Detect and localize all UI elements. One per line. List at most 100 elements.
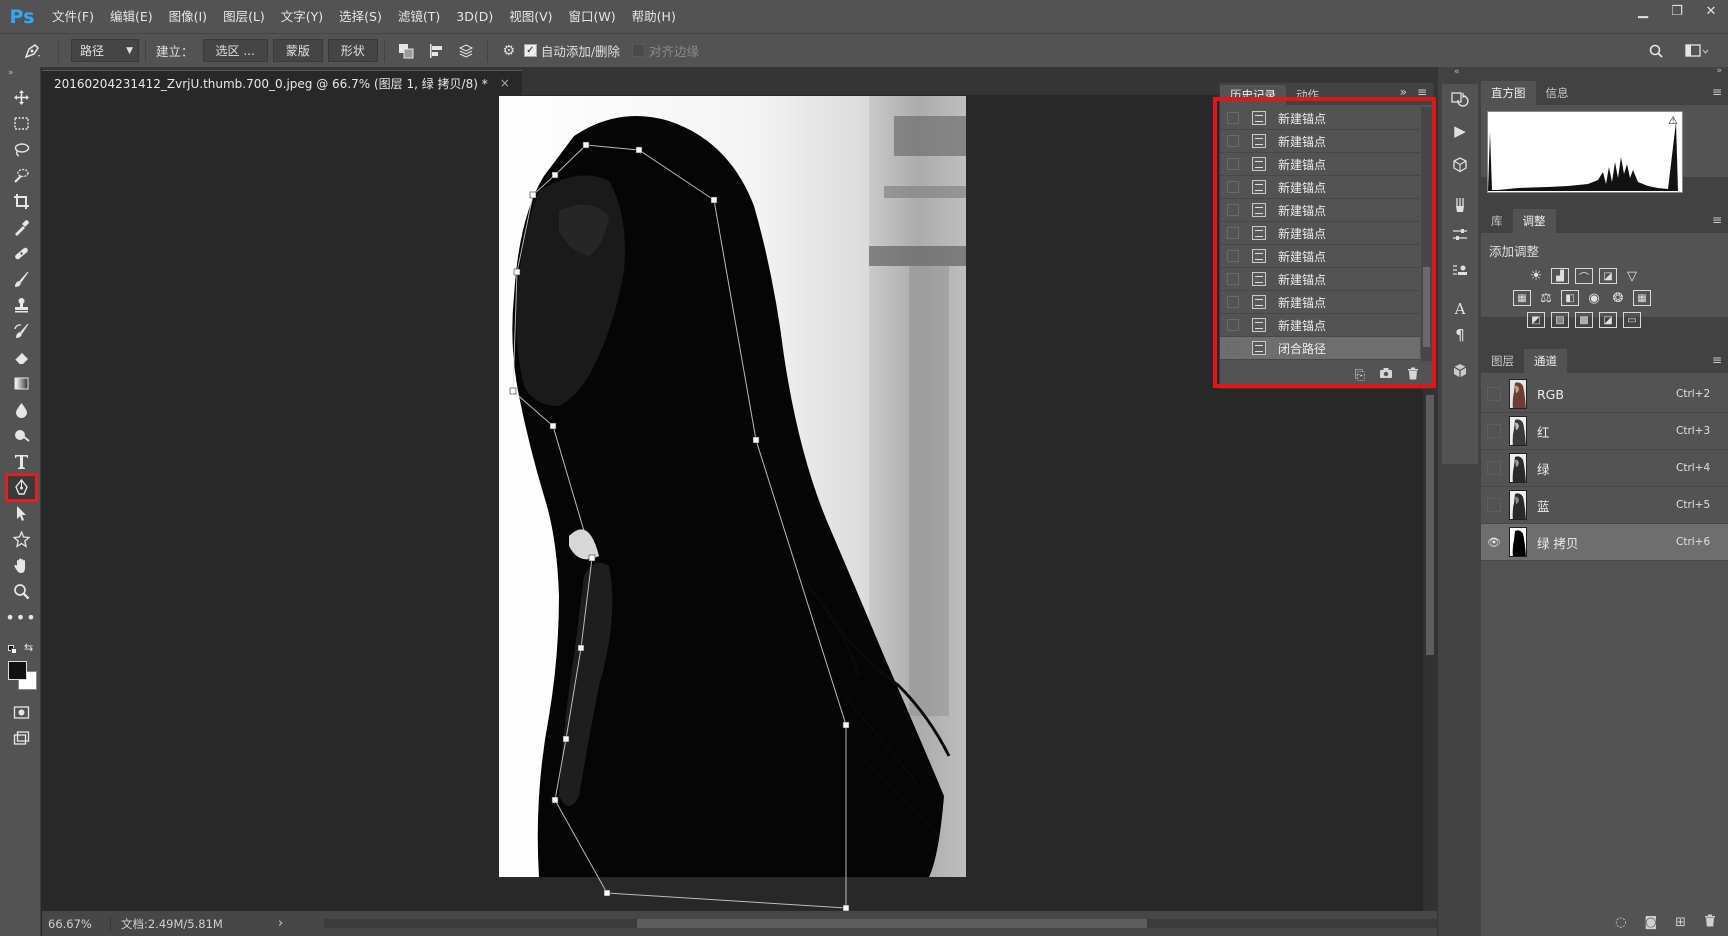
- status-menu-arrow-icon[interactable]: ›: [278, 916, 283, 931]
- menu-image[interactable]: 图像(I): [161, 0, 215, 33]
- photo-filter-icon[interactable]: ◉: [1585, 290, 1603, 306]
- gradient-map-icon[interactable]: ▭: [1623, 312, 1641, 328]
- channel-row-red[interactable]: 红 Ctrl+3: [1481, 413, 1728, 450]
- visibility-toggle[interactable]: [1487, 387, 1501, 401]
- close-button[interactable]: ✕: [1694, 0, 1728, 22]
- menu-view[interactable]: 视图(V): [501, 0, 560, 33]
- workspace-icon[interactable]: [1680, 38, 1714, 64]
- threshold-icon[interactable]: ▩: [1575, 312, 1593, 328]
- snapshot-source-checkbox[interactable]: [1227, 273, 1239, 285]
- healing-brush-tool-icon[interactable]: [7, 241, 35, 265]
- minimize-button[interactable]: ▁: [1626, 0, 1660, 22]
- eyedropper-tool-icon[interactable]: [7, 215, 35, 239]
- menu-3d[interactable]: 3D(D): [448, 0, 501, 33]
- restore-button[interactable]: ❐: [1660, 0, 1694, 22]
- pen-tool-preset-icon[interactable]: [14, 38, 50, 64]
- exposure-icon[interactable]: ◪: [1599, 268, 1617, 284]
- selective-color-icon[interactable]: ◪: [1599, 312, 1617, 328]
- close-tab-icon[interactable]: ×: [500, 76, 510, 90]
- menu-select[interactable]: 选择(S): [331, 0, 390, 33]
- zoom-level[interactable]: 66.67%: [42, 917, 110, 931]
- snapshot-source-checkbox[interactable]: [1227, 250, 1239, 262]
- history-item[interactable]: 新建锚点: [1220, 291, 1420, 314]
- history-brush-tool-icon[interactable]: [7, 319, 35, 343]
- channel-row-green[interactable]: 绿 Ctrl+4: [1481, 450, 1728, 487]
- vertical-scroll-thumb[interactable]: [1426, 395, 1434, 655]
- menu-window[interactable]: 窗口(W): [561, 0, 624, 33]
- panel-menu-icon[interactable]: ≡: [1417, 85, 1427, 99]
- visibility-toggle[interactable]: [1487, 424, 1501, 438]
- type-tool-icon[interactable]: [7, 449, 35, 473]
- tab-layers[interactable]: 图层: [1481, 349, 1524, 373]
- hand-tool-icon[interactable]: [7, 553, 35, 577]
- brightness-icon[interactable]: ☀: [1527, 268, 1545, 284]
- history-item[interactable]: 新建锚点: [1220, 153, 1420, 176]
- lasso-tool-icon[interactable]: [7, 137, 35, 161]
- tab-channels[interactable]: 通道: [1524, 349, 1567, 373]
- history-scrollbar[interactable]: [1421, 107, 1433, 361]
- make-mask-button[interactable]: 蒙版: [272, 39, 323, 62]
- swap-colors-icon[interactable]: ⇆: [24, 641, 33, 654]
- path-selection-tool-icon[interactable]: [7, 501, 35, 525]
- eye-icon[interactable]: 👁: [1487, 535, 1501, 549]
- canvas-image[interactable]: [499, 96, 966, 877]
- visibility-toggle[interactable]: [1487, 498, 1501, 512]
- move-tool-icon[interactable]: [7, 85, 35, 109]
- history-item[interactable]: 新建锚点: [1220, 245, 1420, 268]
- new-document-from-state-icon[interactable]: ⎘: [1355, 368, 1365, 383]
- horizontal-scroll-thumb[interactable]: [637, 919, 1147, 928]
- screen-mode-icon[interactable]: [7, 726, 35, 750]
- invert-icon[interactable]: ◩: [1527, 312, 1545, 328]
- auto-add-delete-checkbox[interactable]: ✓ 自动添加/删除: [523, 41, 624, 60]
- tab-actions[interactable]: 动作: [1286, 85, 1329, 105]
- 3d-cube-icon[interactable]: [1449, 154, 1471, 176]
- history-item[interactable]: 新建锚点: [1220, 314, 1420, 337]
- snapshot-source-checkbox[interactable]: [1227, 181, 1239, 193]
- horizontal-scrollbar[interactable]: [324, 919, 1459, 928]
- menu-layer[interactable]: 图层(L): [215, 0, 273, 33]
- color-balance-icon[interactable]: ⚖: [1537, 290, 1555, 306]
- make-shape-button[interactable]: 形状: [327, 39, 378, 62]
- trash-icon[interactable]: [1407, 367, 1419, 384]
- collapse-arrows-icon[interactable]: «: [1454, 67, 1460, 77]
- history-item[interactable]: 新建锚点: [1220, 130, 1420, 153]
- levels-icon[interactable]: ▟: [1551, 268, 1569, 284]
- expand-panel-icon[interactable]: »: [1400, 85, 1407, 99]
- more-tools-icon[interactable]: •••: [5, 605, 35, 629]
- crop-tool-icon[interactable]: [7, 189, 35, 213]
- path-alignment-icon[interactable]: [423, 38, 449, 64]
- gradient-tool-icon[interactable]: [7, 371, 35, 395]
- pen-mode-dropdown[interactable]: 路径 ▼: [71, 39, 139, 62]
- history-item[interactable]: 新建锚点: [1220, 199, 1420, 222]
- clone-source-icon[interactable]: [1449, 260, 1471, 282]
- history-scroll-thumb[interactable]: [1423, 267, 1430, 347]
- tab-libraries[interactable]: 库: [1481, 209, 1513, 233]
- channel-mixer-icon[interactable]: ❂: [1609, 290, 1627, 306]
- default-colors-icon[interactable]: [8, 645, 17, 654]
- character-panel-icon[interactable]: A: [1449, 298, 1471, 320]
- history-item[interactable]: 新建锚点: [1220, 176, 1420, 199]
- gear-icon[interactable]: ⚙: [496, 38, 522, 64]
- tab-info[interactable]: 信息: [1536, 81, 1579, 105]
- collapse-arrows-icon[interactable]: »: [1716, 66, 1722, 76]
- foreground-color-swatch[interactable]: [8, 661, 27, 680]
- trash-icon[interactable]: [1704, 914, 1716, 931]
- tab-adjustments[interactable]: 调整: [1512, 209, 1556, 233]
- channel-row-rgb[interactable]: RGB Ctrl+2: [1481, 376, 1728, 413]
- channel-row-blue[interactable]: 蓝 Ctrl+5: [1481, 487, 1728, 524]
- blur-tool-icon[interactable]: [7, 397, 35, 421]
- actions-play-icon[interactable]: ▶: [1449, 120, 1471, 142]
- snapshot-source-checkbox[interactable]: [1227, 319, 1239, 331]
- quick-mask-icon[interactable]: [7, 700, 35, 724]
- path-operations-icon[interactable]: [393, 38, 419, 64]
- hue-saturation-icon[interactable]: ▦: [1513, 290, 1531, 306]
- align-edges-checkbox[interactable]: 对齐边缘: [632, 41, 703, 60]
- menu-filter[interactable]: 滤镜(T): [390, 0, 448, 33]
- load-channel-selection-icon[interactable]: ◌: [1615, 915, 1626, 930]
- camera-icon[interactable]: [1379, 367, 1393, 383]
- visibility-toggle[interactable]: [1487, 461, 1501, 475]
- history-panel-icon[interactable]: [1449, 90, 1471, 112]
- snapshot-source-checkbox[interactable]: [1227, 296, 1239, 308]
- black-white-icon[interactable]: ◧: [1561, 290, 1579, 306]
- snapshot-source-checkbox[interactable]: [1227, 227, 1239, 239]
